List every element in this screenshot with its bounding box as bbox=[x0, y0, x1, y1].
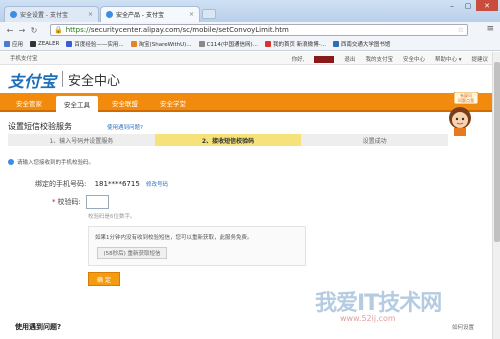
step-3: 设置成功 bbox=[362, 137, 387, 145]
phone-value: 181****6715 bbox=[94, 180, 140, 188]
page-title: 设置短信校验服务 bbox=[8, 122, 72, 131]
help-how-link[interactable]: 如何设置 bbox=[452, 323, 474, 331]
close-tab-icon[interactable]: × bbox=[88, 11, 93, 18]
bookmark-star-icon[interactable]: ☆ bbox=[458, 26, 464, 34]
alipay-favicon-icon bbox=[106, 11, 113, 18]
alipay-favicon-icon bbox=[10, 11, 17, 18]
apps-icon bbox=[4, 41, 10, 47]
username-redacted bbox=[314, 55, 335, 63]
window-controls: – ▢ ✕ bbox=[444, 0, 498, 11]
page-scrollbar[interactable] bbox=[492, 52, 500, 339]
problem-link[interactable]: 使用遇到问题? bbox=[107, 123, 143, 131]
tab-security-products[interactable]: 安全产品 - 支付宝 × bbox=[100, 6, 200, 22]
bookmark-apps[interactable]: 应用 bbox=[4, 40, 23, 48]
code-row: * 校验码: bbox=[52, 195, 109, 209]
page-icon bbox=[66, 41, 73, 47]
help-section-title: 使用遇到问题? bbox=[15, 323, 62, 331]
nav-security-alliance[interactable]: 安全联盟 bbox=[104, 96, 146, 110]
step-1: 1、输入号码并设置服务 bbox=[49, 137, 114, 145]
bookmark-c114[interactable]: C114(中国通信网)... bbox=[198, 40, 258, 48]
close-window-icon[interactable]: ✕ bbox=[476, 0, 498, 11]
maximize-icon[interactable]: ▢ bbox=[460, 0, 476, 11]
browser-tabstrip: 安全设置 - 支付宝 × 安全产品 - 支付宝 × – ▢ ✕ bbox=[0, 0, 500, 22]
notice: 请输入您接收到的手机校验码。 bbox=[8, 158, 94, 166]
reload-icon[interactable]: ↻ bbox=[28, 26, 40, 35]
greeting: 你好, bbox=[291, 57, 305, 63]
code-label: 校验码: bbox=[57, 198, 81, 206]
site-header: 支付宝 安全中心 bbox=[0, 66, 500, 92]
site-title: 安全中心 bbox=[68, 74, 121, 89]
scrollbar-thumb[interactable] bbox=[494, 62, 500, 242]
minimize-icon[interactable]: – bbox=[444, 0, 460, 11]
nav-security-butler[interactable]: 安全管家 bbox=[8, 96, 50, 110]
info-icon bbox=[8, 159, 14, 165]
resend-box: 如果1分钟内没有收到校验短信，您可以重新获取，此服务免费。 (58秒后) 重新获… bbox=[88, 226, 306, 266]
mobile-alipay-link[interactable]: 手机支付宝 bbox=[10, 54, 38, 62]
step-2-active: 2、接收短信校验码 bbox=[154, 134, 302, 146]
nav-security-tools[interactable]: 安全工具 bbox=[56, 96, 98, 112]
bookmarks-bar: 应用 ZEALER 百度经验——实用... 淘宝(ShareWithU)... … bbox=[0, 38, 500, 51]
url-scheme: https:// bbox=[65, 26, 91, 34]
page-icon bbox=[332, 41, 339, 47]
bookmark-zealer[interactable]: ZEALER bbox=[30, 41, 59, 47]
url-text: securitycenter.alipay.com/sc/mobile/setC… bbox=[90, 26, 289, 34]
nav-security-school[interactable]: 安全学堂 bbox=[152, 96, 194, 110]
tab-title: 安全设置 - 支付宝 bbox=[20, 12, 68, 19]
feedback-link[interactable]: 提建议 bbox=[471, 55, 488, 63]
confirm-button[interactable]: 确 定 bbox=[88, 272, 120, 286]
notice-text: 请输入您接收到的手机校验码。 bbox=[17, 160, 95, 166]
code-hint: 校验码是6位数字。 bbox=[88, 214, 136, 220]
lock-icon: 🔒 bbox=[54, 26, 63, 34]
phone-row: 绑定的手机号码: 181****6715 修改号码 bbox=[35, 179, 168, 189]
my-alipay-link[interactable]: 我的支付宝 bbox=[365, 55, 393, 63]
logo-divider bbox=[62, 71, 63, 87]
tab-title: 安全产品 - 支付宝 bbox=[116, 12, 164, 19]
security-center-link[interactable]: 安全中心 bbox=[403, 55, 425, 63]
close-tab-icon[interactable]: × bbox=[189, 11, 194, 18]
resend-text: 如果1分钟内没有收到校验短信，您可以重新获取，此服务免费。 bbox=[95, 235, 253, 241]
main-content: 设置短信校验服务 使用遇到问题? 1、输入号码并设置服务 2、接收短信校验码 设… bbox=[0, 112, 500, 339]
page-icon bbox=[198, 41, 205, 47]
logout-link[interactable]: 退出 bbox=[344, 55, 355, 63]
back-icon[interactable]: ← bbox=[4, 26, 16, 35]
progress-steps: 1、输入号码并设置服务 2、接收短信校验码 设置成功 bbox=[8, 134, 448, 146]
verification-code-input[interactable] bbox=[85, 195, 109, 209]
alipay-logo[interactable]: 支付宝 bbox=[8, 68, 56, 92]
resend-sms-button[interactable]: (58秒后) 重新获取短信 bbox=[97, 247, 167, 259]
change-number-link[interactable]: 修改号码 bbox=[146, 182, 168, 188]
browser-toolbar: ← → ↻ 🔒 https:// securitycenter.alipay.c… bbox=[0, 22, 500, 38]
bookmark-library[interactable]: 西南交通大学图书馆 bbox=[332, 40, 390, 48]
watermark-url: www.52ij.com bbox=[340, 314, 396, 323]
weibo-icon bbox=[264, 41, 271, 47]
zealer-icon bbox=[30, 41, 37, 47]
tab-security-settings[interactable]: 安全设置 - 支付宝 × bbox=[4, 6, 99, 22]
watermark-logo: 我爱IT技术网 bbox=[315, 291, 442, 316]
main-nav: 安全管家 安全工具 安全联盟 安全学堂 bbox=[0, 93, 500, 112]
bookmark-weibo[interactable]: 我的首页 新浪微博-... bbox=[264, 40, 326, 48]
page-icon bbox=[130, 41, 137, 47]
address-bar[interactable]: 🔒 https:// securitycenter.alipay.com/sc/… bbox=[50, 24, 468, 36]
bookmark-taobao[interactable]: 淘宝(ShareWithU)... bbox=[130, 40, 192, 48]
phone-label: 绑定的手机号码: bbox=[35, 180, 87, 188]
mascot-text-2: 问题点我 bbox=[458, 97, 474, 103]
menu-icon[interactable]: ≡ bbox=[486, 24, 494, 34]
help-center-link[interactable]: 帮助中心 ▾ bbox=[435, 55, 462, 63]
forward-icon[interactable]: → bbox=[16, 26, 28, 35]
site-topbar: 手机支付宝 你好, 退出 我的支付宝 安全中心 帮助中心 ▾ 提建议 bbox=[0, 52, 500, 65]
bookmark-baidu[interactable]: 百度经验——实用... bbox=[66, 40, 124, 48]
new-tab-button[interactable] bbox=[202, 9, 216, 19]
topbar-links: 你好, 退出 我的支付宝 安全中心 帮助中心 ▾ 提建议 bbox=[292, 55, 488, 63]
required-icon: * bbox=[52, 198, 56, 206]
